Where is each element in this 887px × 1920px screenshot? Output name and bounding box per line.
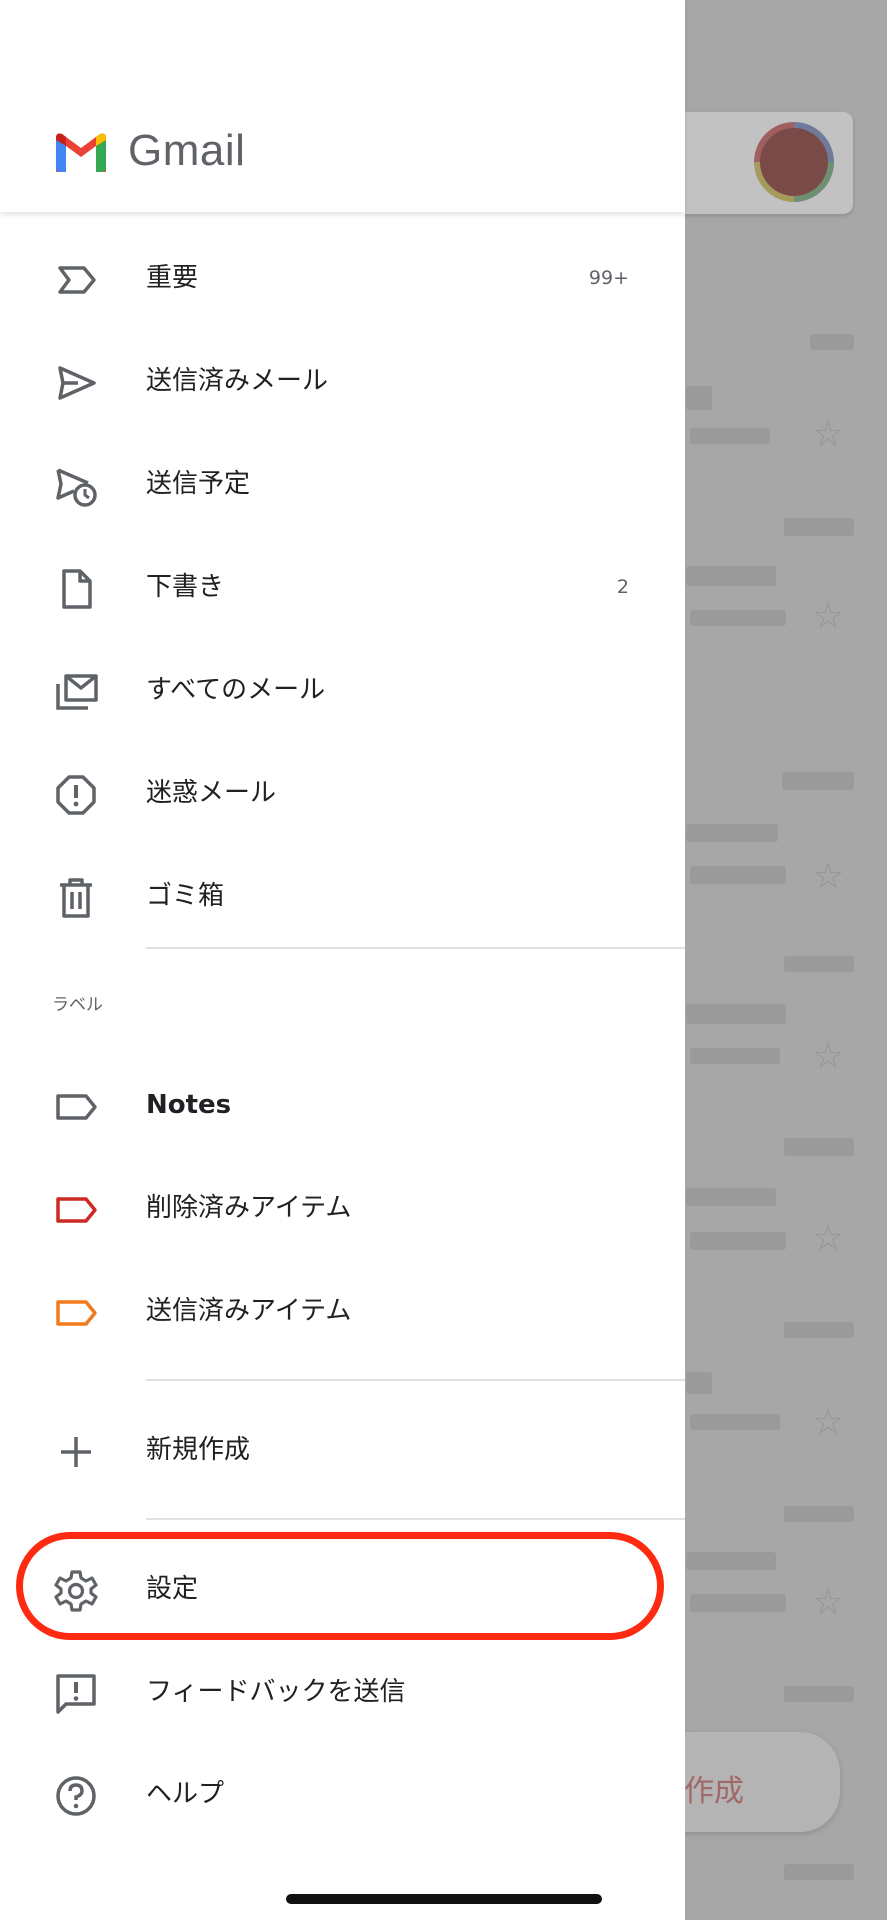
plus-icon <box>52 1428 100 1476</box>
send-icon <box>52 359 100 407</box>
star-icon: ☆ <box>812 1582 845 1623</box>
nav-item-label: 送信済みメール <box>146 366 329 396</box>
nav-item-help[interactable]: ヘルプ <box>0 1744 685 1844</box>
label-important-icon <box>52 256 100 304</box>
labels-section-title: ラベル <box>52 995 103 1015</box>
nav-item-trash[interactable]: ゴミ箱 <box>0 846 685 946</box>
compose-fab-label: 作成 <box>684 1774 744 1809</box>
label-item-deleted-items[interactable]: 削除済みアイテム <box>0 1158 685 1258</box>
nav-item-label: 新規作成 <box>146 1435 251 1465</box>
label-tag-icon <box>52 1186 100 1234</box>
label-item-notes[interactable]: Notes <box>0 1055 685 1155</box>
draft-count: 2 <box>616 576 629 598</box>
settings-highlight-annotation <box>16 1532 664 1640</box>
nav-item-label: 迷惑メール <box>146 778 277 808</box>
nav-item-drafts[interactable]: 下書き 2 <box>0 537 685 637</box>
star-icon: ☆ <box>812 856 845 897</box>
all-mail-icon <box>52 668 100 716</box>
label-item-label: Notes <box>146 1090 232 1120</box>
star-icon: ☆ <box>812 414 845 455</box>
nav-item-label: フィードバックを送信 <box>146 1677 406 1707</box>
star-icon: ☆ <box>812 1036 845 1077</box>
nav-item-sent[interactable]: 送信済みメール <box>0 331 685 431</box>
help-icon <box>52 1772 100 1820</box>
nav-item-scheduled[interactable]: 送信予定 <box>0 434 685 534</box>
label-item-label: 削除済みアイテム <box>146 1193 352 1223</box>
drawer-header: Gmail <box>0 0 685 212</box>
trash-icon <box>52 874 100 922</box>
nav-item-label: 送信予定 <box>146 469 251 499</box>
label-tag-icon <box>52 1083 100 1131</box>
scheduled-send-icon <box>52 462 100 510</box>
divider <box>146 947 685 949</box>
unread-count: 99+ <box>588 267 629 289</box>
feedback-icon <box>52 1670 100 1718</box>
nav-item-spam[interactable]: 迷惑メール <box>0 743 685 843</box>
create-new-label-button[interactable]: 新規作成 <box>0 1400 685 1500</box>
gmail-logo-icon <box>56 133 106 172</box>
draft-file-icon <box>52 565 100 613</box>
star-icon: ☆ <box>812 1218 845 1259</box>
nav-item-label: 重要 <box>146 263 199 293</box>
star-icon: ☆ <box>812 596 845 637</box>
divider <box>146 1379 685 1381</box>
account-avatar <box>754 122 834 202</box>
nav-item-label: 下書き <box>146 572 225 602</box>
star-icon: ☆ <box>812 1402 845 1443</box>
label-item-label: 送信済みアイテム <box>146 1296 352 1326</box>
app-title: Gmail <box>128 126 246 175</box>
nav-item-all-mail[interactable]: すべてのメール <box>0 640 685 740</box>
nav-item-send-feedback[interactable]: フィードバックを送信 <box>0 1642 685 1742</box>
nav-item-important[interactable]: 重要 99+ <box>0 228 685 328</box>
label-tag-icon <box>52 1289 100 1337</box>
label-item-sent-items[interactable]: 送信済みアイテム <box>0 1261 685 1361</box>
nav-item-label: すべてのメール <box>146 675 326 705</box>
nav-item-label: ヘルプ <box>146 1779 225 1809</box>
home-indicator[interactable] <box>286 1894 602 1904</box>
nav-item-label: ゴミ箱 <box>146 881 225 911</box>
divider <box>146 1518 685 1520</box>
spam-report-icon <box>52 771 100 819</box>
